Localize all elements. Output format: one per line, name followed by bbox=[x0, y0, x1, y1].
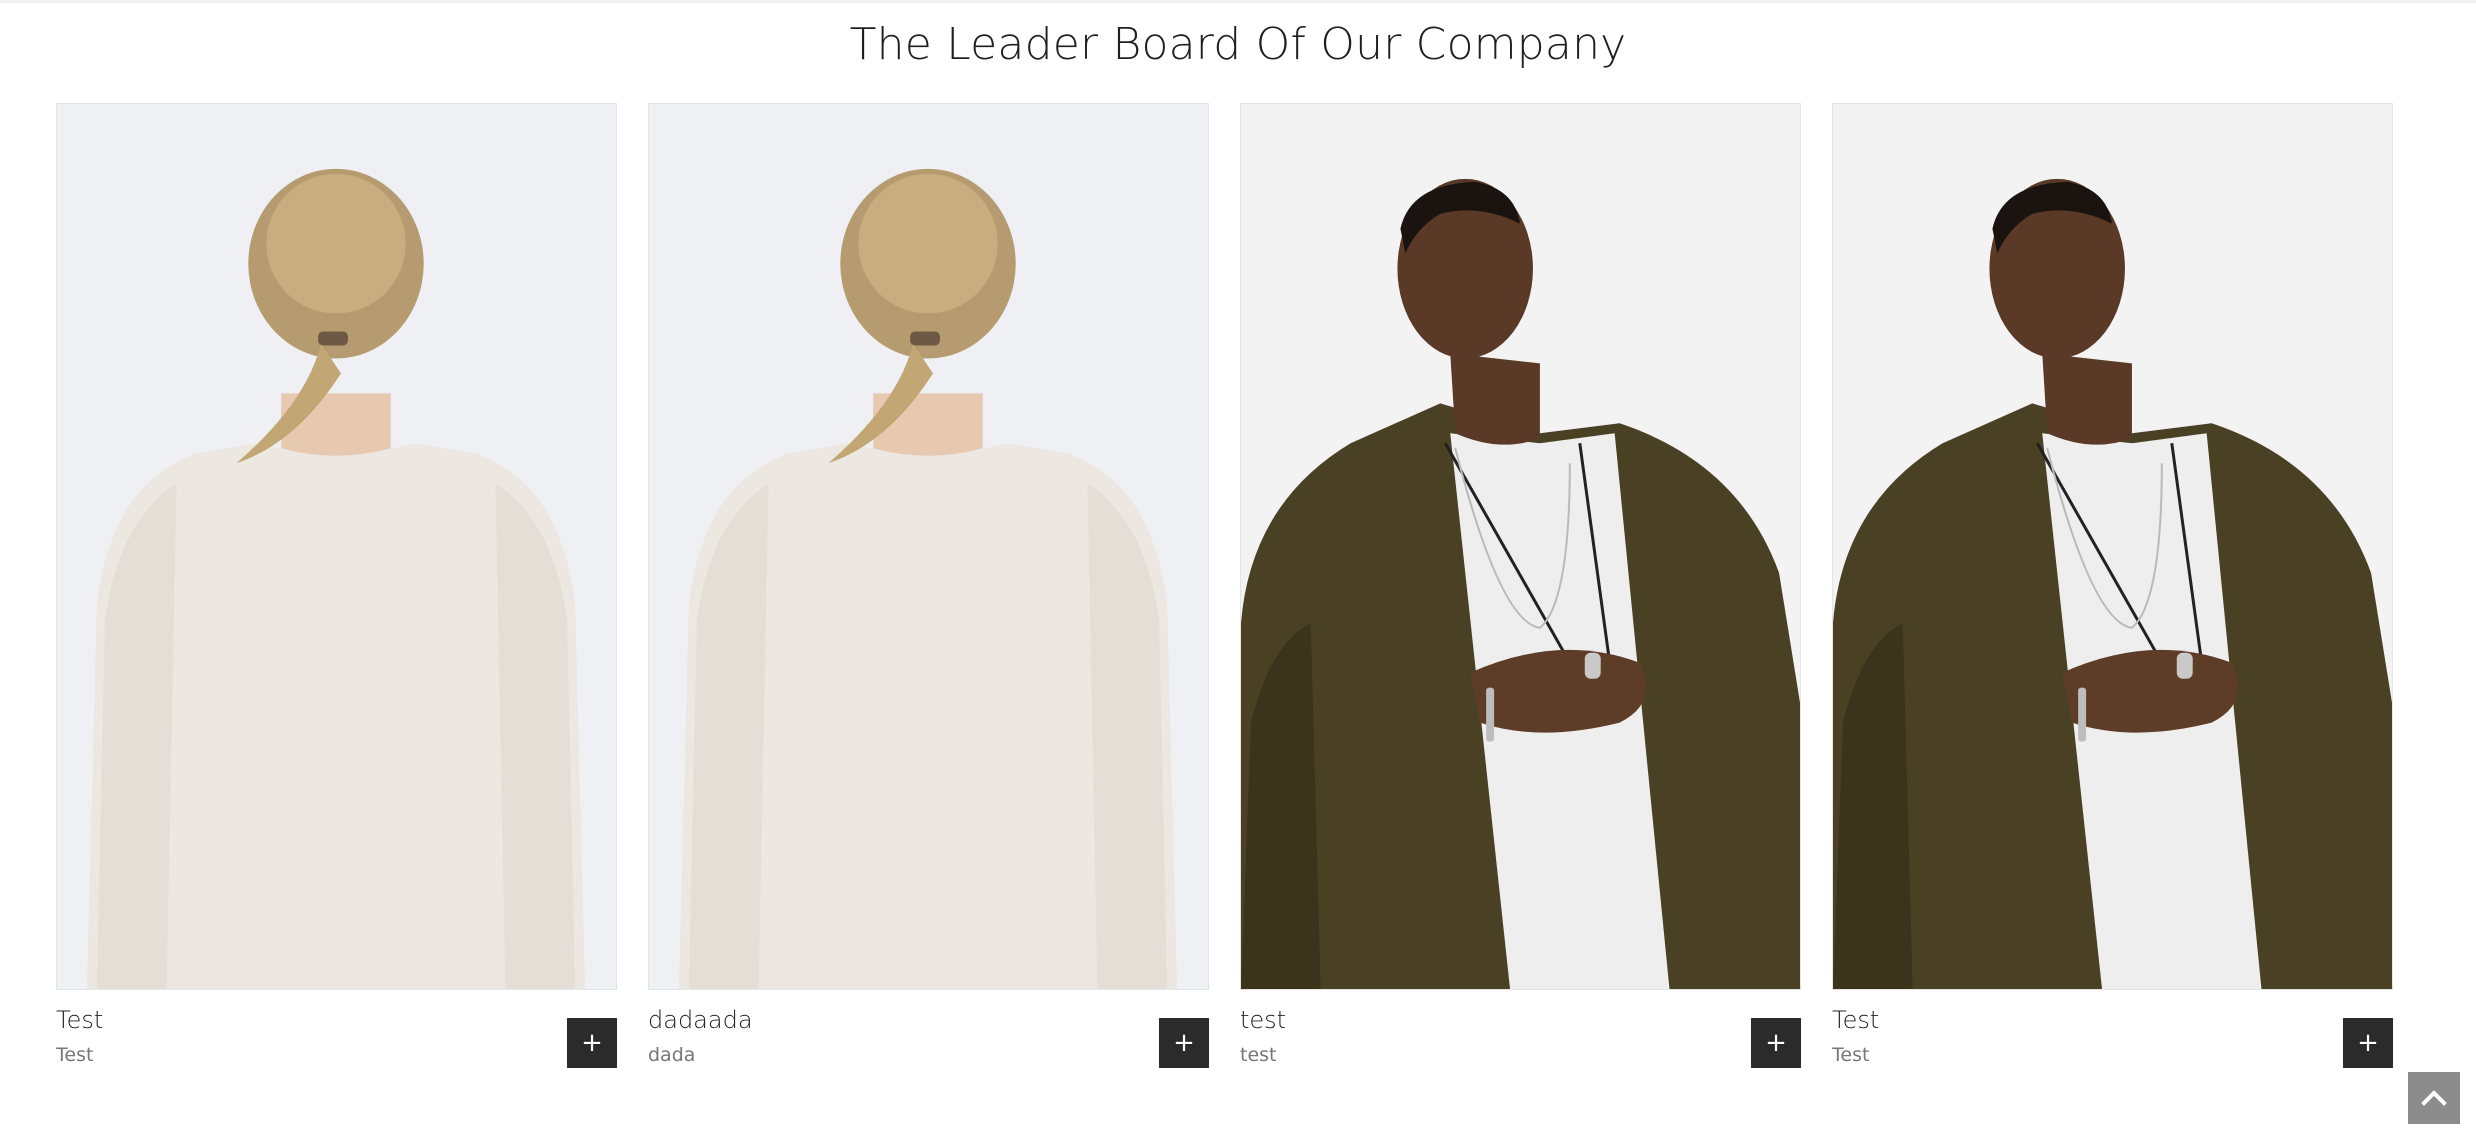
leader-photo[interactable] bbox=[1240, 103, 1801, 990]
leader-name: dadaada bbox=[648, 1006, 753, 1034]
leader-grid: Test Test + dadaada dada + test test + T… bbox=[56, 103, 2396, 1090]
leader-board-section: The Leader Board Of Our Company Test Tes… bbox=[0, 0, 2476, 1133]
chevron-up-icon bbox=[2421, 1090, 2447, 1106]
expand-button[interactable]: + bbox=[1159, 1018, 1209, 1068]
leader-photo[interactable] bbox=[1832, 103, 2393, 990]
leader-name: Test bbox=[56, 1006, 104, 1034]
leader-card: test test + bbox=[1240, 103, 1801, 1090]
man-jacket-image bbox=[1833, 104, 2392, 989]
leader-meta: test test + bbox=[1240, 1000, 1801, 1090]
expand-button[interactable]: + bbox=[567, 1018, 617, 1068]
leader-card: Test Test + bbox=[56, 103, 617, 1090]
woman-back-image bbox=[649, 104, 1208, 989]
expand-button[interactable]: + bbox=[1751, 1018, 1801, 1068]
leader-role: dada bbox=[648, 1044, 696, 1066]
leader-photo[interactable] bbox=[56, 103, 617, 990]
leader-meta: dadaada dada + bbox=[648, 1000, 1209, 1090]
expand-button[interactable]: + bbox=[2343, 1018, 2393, 1068]
leader-card: dadaada dada + bbox=[648, 103, 1209, 1090]
leader-name: Test bbox=[1832, 1006, 1880, 1034]
leader-photo[interactable] bbox=[648, 103, 1209, 990]
scroll-to-top-button[interactable] bbox=[2408, 1072, 2460, 1124]
leader-meta: Test Test + bbox=[56, 1000, 617, 1090]
leader-role: test bbox=[1240, 1044, 1277, 1066]
leader-role: Test bbox=[56, 1044, 94, 1066]
woman-back-image bbox=[57, 104, 616, 989]
leader-role: Test bbox=[1832, 1044, 1870, 1066]
man-jacket-image bbox=[1241, 104, 1800, 989]
leader-card: Test Test + bbox=[1832, 103, 2393, 1090]
leader-name: test bbox=[1240, 1006, 1287, 1034]
section-title: The Leader Board Of Our Company bbox=[849, 19, 1627, 70]
leader-meta: Test Test + bbox=[1832, 1000, 2393, 1090]
